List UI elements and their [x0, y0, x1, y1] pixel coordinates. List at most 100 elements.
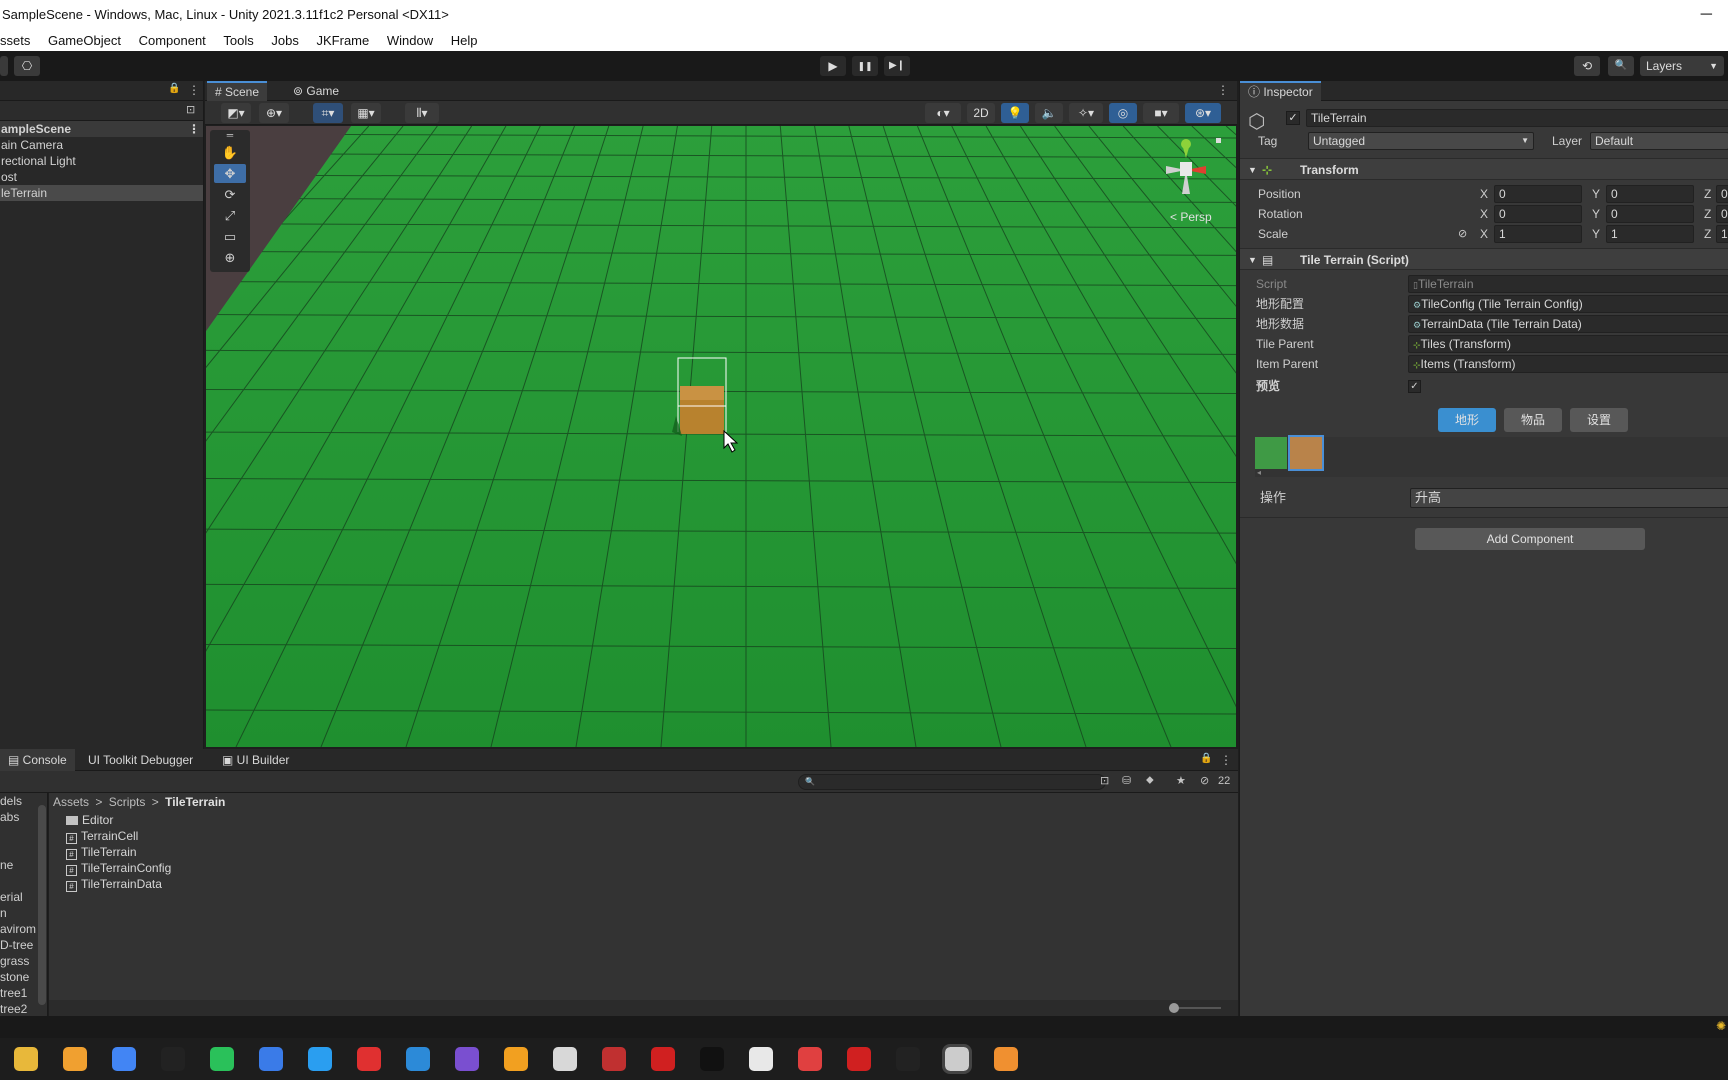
grid-icon[interactable]: ▦▾ — [351, 103, 381, 123]
chrome-icon[interactable] — [112, 1047, 136, 1071]
asset-script[interactable]: # TileTerrain — [66, 844, 137, 860]
scale-z-field[interactable]: 1 — [1716, 225, 1728, 243]
lock-icon[interactable]: 🔒 — [168, 83, 180, 94]
hierarchy-item[interactable]: leTerrain — [0, 185, 203, 201]
tab-inspector[interactable]: ⓘ Inspector — [1240, 81, 1321, 101]
tile-swatch-grass[interactable] — [1255, 437, 1287, 469]
mode-2d-button[interactable]: 2D — [967, 103, 995, 123]
draw-mode-icon[interactable]: ◩▾ — [221, 103, 251, 123]
more-icon[interactable]: ⋮ — [188, 83, 200, 97]
tab-ui-toolkit-debugger[interactable]: UI Toolkit Debugger — [80, 749, 201, 771]
account-button[interactable] — [0, 56, 8, 76]
rotation-y-field[interactable]: 0 — [1606, 205, 1694, 223]
app-colorful-icon[interactable] — [504, 1047, 528, 1071]
search-filter-icon[interactable]: ⊡ — [186, 103, 195, 116]
scale-x-field[interactable]: 1 — [1494, 225, 1582, 243]
rotation-x-field[interactable]: 0 — [1494, 205, 1582, 223]
gizmos-icon[interactable]: ⊛▾ — [1185, 103, 1221, 123]
hidden-packages-icon[interactable]: ⊘ — [1200, 774, 1209, 787]
menu-jkframe[interactable]: JKFrame — [317, 30, 370, 51]
axis-x-label[interactable]: X — [1480, 184, 1488, 204]
audio-icon[interactable]: 🔈 — [1035, 103, 1063, 123]
scale-y-field[interactable]: 1 — [1606, 225, 1694, 243]
preview-checkbox[interactable]: ✓ — [1408, 380, 1421, 393]
browser-yellow-icon[interactable] — [63, 1047, 87, 1071]
rotate-tool-icon[interactable]: ⟳ — [214, 185, 246, 204]
label-icon[interactable]: ⬥ — [1146, 774, 1154, 787]
position-y-field[interactable]: 0 — [1606, 185, 1694, 203]
more-icon[interactable]: ⋮ — [1217, 83, 1229, 97]
breadcrumb-tileterrain[interactable]: TileTerrain — [165, 795, 225, 809]
constrain-proportions-icon[interactable]: ⊘ — [1458, 224, 1467, 244]
move-tool-icon[interactable]: ✥ — [214, 164, 246, 183]
visual-studio-icon[interactable] — [455, 1047, 479, 1071]
search-by-type-icon[interactable]: ⊡ — [1100, 774, 1109, 787]
axis-z-label[interactable]: Z — [1704, 184, 1711, 204]
app-red-m-icon[interactable] — [602, 1047, 626, 1071]
app-orange-icon[interactable] — [994, 1047, 1018, 1071]
breadcrumb-scripts[interactable]: Scripts — [109, 795, 146, 809]
asset-script[interactable]: # TerrainCell — [66, 828, 138, 844]
axis-y-label[interactable]: Y — [1592, 224, 1600, 244]
palette-drag-handle[interactable]: ═ — [214, 131, 246, 140]
operation-dropdown[interactable]: 升高 — [1410, 488, 1728, 508]
tab-scene[interactable]: # Scene — [207, 81, 268, 101]
scene-gizmo[interactable]: < Persp — [1146, 136, 1226, 224]
transform-header[interactable]: ▼ ⊹ Transform — [1240, 158, 1728, 180]
shading-icon[interactable]: ◐▾ — [925, 103, 961, 123]
search-icon[interactable]: 🔍 — [1608, 56, 1634, 76]
unity-icon[interactable] — [553, 1047, 577, 1071]
asset-folder-editor[interactable]: Editor — [66, 812, 113, 828]
obs-icon[interactable] — [896, 1047, 920, 1071]
pen-app-icon[interactable] — [259, 1047, 283, 1071]
project-search-input[interactable]: 🔍 — [798, 774, 1106, 790]
more-icon[interactable]: ⋮ — [1220, 753, 1232, 767]
app-red-icon[interactable] — [357, 1047, 381, 1071]
tile-parent-field[interactable]: ⊹Tiles (Transform) — [1408, 335, 1728, 353]
active-checkbox[interactable]: ✓ — [1286, 111, 1300, 125]
item-parent-field[interactable]: ⊹Items (Transform) — [1408, 355, 1728, 373]
rotation-z-field[interactable]: 0 — [1716, 205, 1728, 223]
breadcrumb-assets[interactable]: Assets — [53, 795, 89, 809]
asset-script[interactable]: # TileTerrainData — [66, 876, 162, 892]
increment-snap-icon[interactable]: ⫴▾ — [405, 103, 439, 123]
wechat-icon[interactable] — [210, 1047, 234, 1071]
terrain-data-field[interactable]: ⚙TerrainData (Tile Terrain Data) — [1408, 315, 1728, 333]
menu-help[interactable]: Help — [451, 30, 478, 51]
hierarchy-item[interactable]: rectional Light — [0, 153, 203, 169]
step-button[interactable]: ▶❙ — [884, 56, 910, 76]
axis-x-label[interactable]: X — [1480, 204, 1488, 224]
play-button[interactable]: ▶ — [820, 56, 846, 76]
scene-viewport[interactable]: < Persp — [206, 126, 1236, 747]
globe-icon[interactable]: ⊕▾ — [259, 103, 289, 123]
menu-jobs[interactable]: Jobs — [271, 30, 298, 51]
record-icon[interactable] — [161, 1047, 185, 1071]
asset-script[interactable]: # TileTerrainConfig — [66, 860, 171, 876]
tab-console[interactable]: ▤ Console — [0, 749, 75, 771]
lighting-icon[interactable]: 💡 — [1001, 103, 1029, 123]
tab-ui-builder[interactable]: ▣ UI Builder — [214, 749, 297, 771]
folder-tree-scrollbar[interactable] — [38, 805, 46, 1005]
hierarchy-search[interactable]: ⊡ — [0, 101, 203, 121]
rect-tool-icon[interactable]: ▭ — [214, 227, 246, 246]
favorite-icon[interactable]: ★ — [1176, 774, 1186, 787]
effects-icon[interactable]: ✧▾ — [1069, 103, 1103, 123]
position-x-field[interactable]: 0 — [1494, 185, 1582, 203]
tile-swatch-dirt[interactable] — [1288, 435, 1324, 471]
menu-component[interactable]: Component — [139, 30, 206, 51]
segment-terrain[interactable]: 地形 — [1438, 408, 1496, 432]
tag-dropdown[interactable]: Untagged ▼ — [1308, 132, 1534, 150]
hierarchy-scene-row[interactable]: ampleScene ⋮ — [0, 121, 203, 137]
axis-x-label[interactable]: X — [1480, 224, 1488, 244]
activity-icon[interactable]: ✺ — [1716, 1019, 1726, 1033]
script-component-header[interactable]: ▼ ▤ Tile Terrain (Script) — [1240, 248, 1728, 270]
hierarchy-item[interactable]: ain Camera — [0, 137, 203, 153]
lock-icon[interactable]: 🔒 — [1200, 753, 1212, 764]
qq-icon[interactable] — [700, 1047, 724, 1071]
axis-y-label[interactable]: Y — [1592, 184, 1600, 204]
wps-icon[interactable] — [651, 1047, 675, 1071]
scale-tool-icon[interactable]: ⤢ — [214, 206, 246, 225]
transform-tool-icon[interactable]: ⊕ — [214, 248, 246, 267]
scroll-left-icon[interactable]: ◂ — [1257, 468, 1261, 477]
more-icon[interactable]: ⋮ — [188, 121, 200, 137]
